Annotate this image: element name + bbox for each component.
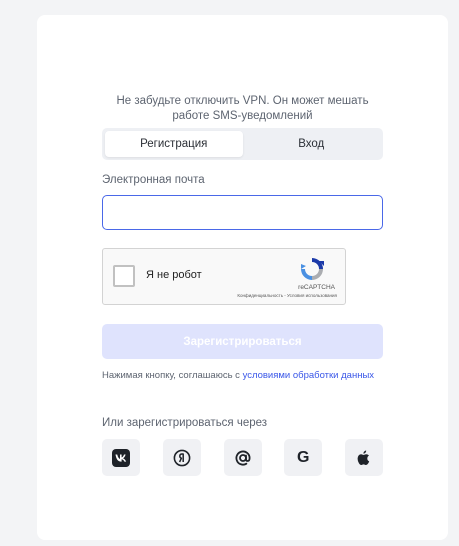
recaptcha-label: Я не робот	[146, 269, 202, 281]
vk-icon	[112, 448, 130, 467]
recaptcha-brand: reCAPTCHA	[298, 284, 335, 291]
apple-button[interactable]	[345, 439, 383, 476]
consent-text: Нажимая кнопку, соглашаюсь с условиями о…	[102, 370, 383, 382]
social-login-label: Или зарегистрироваться через	[102, 417, 268, 429]
social-login-buttons: G	[102, 439, 383, 476]
vpn-notice-line-2: работе SMS-уведомлений	[172, 110, 313, 122]
email-field[interactable]	[102, 195, 383, 230]
vpn-notice: Не забудьте отключить VPN. Он может меша…	[37, 94, 448, 124]
consent-link[interactable]: условиями обработки данных	[243, 370, 374, 381]
auth-tabs: Регистрация Вход	[102, 128, 383, 160]
tab-registration[interactable]: Регистрация	[105, 131, 243, 157]
consent-text-prefix: Нажимая кнопку, соглашаюсь с	[102, 370, 240, 381]
google-button[interactable]: G	[284, 439, 323, 476]
vk-button[interactable]	[102, 439, 140, 476]
mailru-icon	[235, 450, 251, 466]
google-icon: G	[297, 448, 310, 466]
yandex-button[interactable]	[162, 439, 201, 476]
recaptcha-widget: Я не робот reCAPTCHA Конфиденциальность …	[102, 248, 346, 305]
mailru-button[interactable]	[223, 439, 262, 476]
yandex-icon	[173, 449, 191, 466]
recaptcha-terms[interactable]: Конфиденциальность - Условия использован…	[237, 293, 337, 298]
register-button[interactable]: Зарегистрироваться	[102, 324, 383, 359]
recaptcha-logo-icon	[301, 258, 324, 280]
apple-icon	[357, 450, 370, 465]
recaptcha-checkbox[interactable]	[113, 265, 135, 287]
vpn-notice-line-1: Не забудьте отключить VPN. Он может меша…	[116, 95, 369, 107]
registration-card: Не забудьте отключить VPN. Он может меша…	[37, 15, 448, 540]
email-label: Электронная почта	[102, 174, 205, 186]
tab-login[interactable]: Вход	[243, 131, 381, 157]
